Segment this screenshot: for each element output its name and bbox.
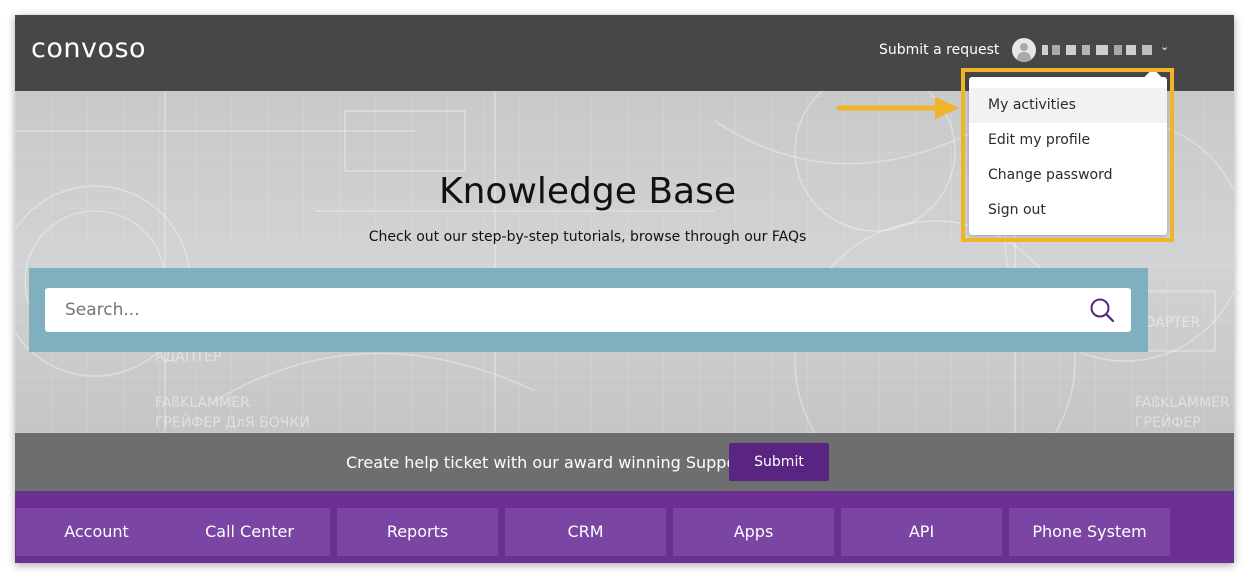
category-crm[interactable]: CRM bbox=[505, 508, 666, 556]
category-apps[interactable]: Apps bbox=[673, 508, 834, 556]
menu-item-my-activities[interactable]: My activities bbox=[969, 88, 1167, 123]
category-reports[interactable]: Reports bbox=[337, 508, 498, 556]
menu-item-edit-profile[interactable]: Edit my profile bbox=[969, 123, 1167, 158]
chevron-down-icon: ⌄ bbox=[1160, 40, 1170, 53]
search-band bbox=[29, 268, 1148, 352]
user-dropdown-menu: My activities Edit my profile Change pas… bbox=[969, 68, 1167, 235]
annotation-arrow-icon bbox=[836, 97, 959, 119]
help-ticket-bar: Create help ticket with our award winnin… bbox=[15, 433, 1234, 491]
help-ticket-text: Create help ticket with our award winnin… bbox=[346, 453, 750, 472]
user-menu-toggle[interactable]: ⌄ bbox=[1012, 37, 1172, 63]
submit-ticket-button[interactable]: Submit bbox=[729, 443, 829, 481]
search-box bbox=[45, 288, 1131, 332]
category-api[interactable]: API bbox=[841, 508, 1002, 556]
svg-text:FAßKLAMMER: FAßKLAMMER bbox=[1135, 395, 1230, 411]
category-call-center[interactable]: Call Center bbox=[169, 508, 330, 556]
svg-text:FAßKLAMMER: FAßKLAMMER bbox=[155, 395, 250, 411]
convoso-logo[interactable]: convoso bbox=[31, 33, 146, 64]
user-avatar-icon bbox=[1012, 38, 1036, 62]
submit-request-link[interactable]: Submit a request bbox=[879, 42, 999, 58]
search-icon[interactable] bbox=[1089, 297, 1115, 323]
search-input[interactable] bbox=[65, 288, 1065, 332]
category-account[interactable]: Account bbox=[16, 508, 177, 556]
category-phone-system[interactable]: Phone System bbox=[1009, 508, 1170, 556]
category-bar: Account Call Center Reports CRM Apps API… bbox=[15, 491, 1234, 563]
username-redacted bbox=[1042, 45, 1154, 55]
svg-text:ГРЕЙФЕР ДлЯ БОЧКИ: ГРЕЙФЕР ДлЯ БОЧКИ bbox=[155, 413, 310, 431]
svg-text:ГРЕЙФЕР: ГРЕЙФЕР bbox=[1135, 413, 1201, 431]
browser-frame: convoso Submit a request ⌄ FAßKLAMMER ГР… bbox=[15, 15, 1234, 563]
menu-item-change-password[interactable]: Change password bbox=[969, 158, 1167, 193]
menu-item-sign-out[interactable]: Sign out bbox=[969, 193, 1167, 228]
